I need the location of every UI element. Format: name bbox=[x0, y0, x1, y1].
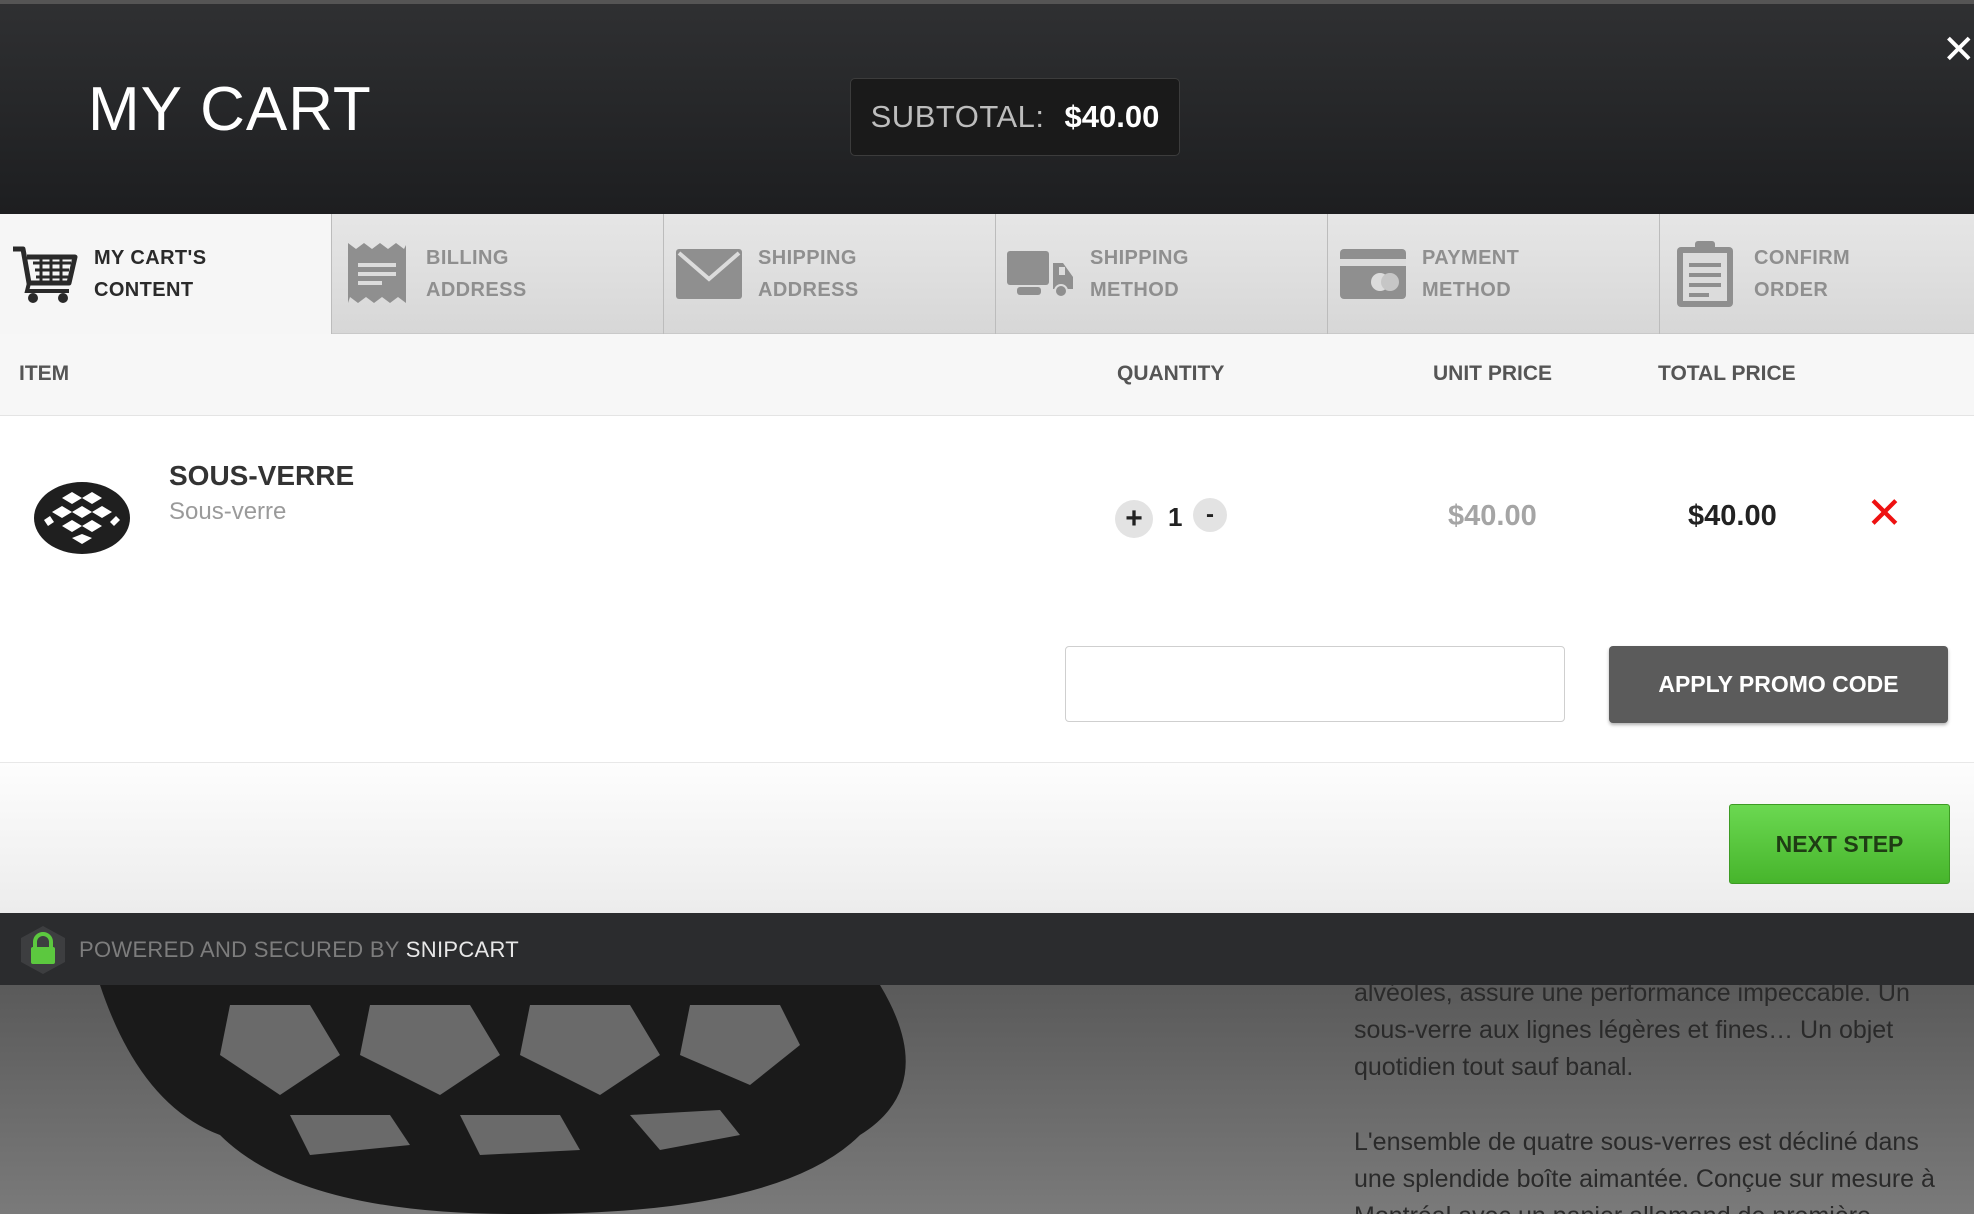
credit-card-icon bbox=[1338, 239, 1408, 309]
total-price: $40.00 bbox=[1688, 500, 1777, 532]
item-description: Sous-verre bbox=[169, 498, 287, 525]
powered-by-text: POWERED AND SECURED BY SNIPCART bbox=[79, 937, 520, 962]
close-icon[interactable]: ✕ bbox=[1942, 30, 1974, 70]
step-label: CONFIRM ORDER bbox=[1754, 247, 1851, 301]
background-page: alvéoles, assure une performance impecca… bbox=[0, 985, 1974, 1214]
step-label: BILLING ADDRESS bbox=[426, 247, 527, 301]
step-label: SHIPPING ADDRESS bbox=[758, 247, 859, 301]
cart-icon bbox=[10, 239, 80, 309]
step-billing-address[interactable]: BILLING ADDRESS bbox=[332, 214, 664, 334]
subtotal-box: SUBTOTAL: $40.00 bbox=[850, 78, 1180, 156]
column-quantity: QUANTITY bbox=[1117, 362, 1225, 385]
remove-item-icon[interactable]: ✕ bbox=[1866, 490, 1903, 538]
coaster-image bbox=[100, 985, 906, 1214]
column-total-price: TOTAL PRICE bbox=[1658, 362, 1796, 385]
truck-icon bbox=[1006, 239, 1076, 309]
unit-price: $40.00 bbox=[1448, 500, 1537, 532]
cart-header: MY CART SUBTOTAL: $40.00 ✕ bbox=[0, 0, 1974, 214]
item-name: SOUS-VERRE bbox=[169, 460, 355, 491]
increase-quantity-button[interactable]: + bbox=[1115, 500, 1153, 538]
step-shipping-address[interactable]: SHIPPING ADDRESS bbox=[664, 214, 996, 334]
background-description: alvéoles, assure une performance impecca… bbox=[1354, 985, 1935, 1214]
promo-code-input[interactable] bbox=[1065, 646, 1565, 722]
subtotal-value: $40.00 bbox=[1064, 99, 1160, 134]
lock-icon bbox=[18, 925, 68, 975]
step-cart-content[interactable]: MY CART'S CONTENT bbox=[0, 214, 332, 334]
page-title: MY CART bbox=[88, 75, 372, 144]
table-header: ITEM QUANTITY UNIT PRICE TOTAL PRICE bbox=[0, 334, 1974, 416]
step-confirm-order[interactable]: CONFIRM ORDER bbox=[1660, 214, 1974, 334]
subtotal-label: SUBTOTAL: bbox=[870, 99, 1045, 134]
snipcart-brand[interactable]: SNIPCART bbox=[406, 937, 519, 962]
next-step-button[interactable]: NEXT STEP bbox=[1729, 804, 1950, 884]
checkout-steps: MY CART'S CONTENT BILLING ADDRESS SHIPPI… bbox=[0, 214, 1974, 334]
cart-actions: NEXT STEP bbox=[0, 763, 1974, 913]
step-label: SHIPPING METHOD bbox=[1090, 247, 1189, 301]
quantity-value: 1 bbox=[1168, 502, 1183, 532]
step-label: MY CART'S CONTENT bbox=[94, 247, 207, 301]
cart-content: SOUS-VERRE Sous-verre + 1 - $40.00 $40.0… bbox=[0, 416, 1974, 763]
step-payment-method[interactable]: PAYMENT METHOD bbox=[1328, 214, 1660, 334]
decrease-quantity-button[interactable]: - bbox=[1193, 498, 1227, 532]
receipt-icon bbox=[342, 239, 412, 309]
clipboard-icon bbox=[1670, 239, 1740, 309]
step-shipping-method[interactable]: SHIPPING METHOD bbox=[996, 214, 1328, 334]
cart-footer: POWERED AND SECURED BY SNIPCART bbox=[0, 913, 1974, 985]
apply-promo-code-button[interactable]: APPLY PROMO CODE bbox=[1609, 646, 1948, 723]
column-unit-price: UNIT PRICE bbox=[1433, 362, 1553, 385]
coaster-icon bbox=[32, 478, 132, 558]
column-item: ITEM bbox=[19, 362, 70, 385]
step-label: PAYMENT METHOD bbox=[1422, 247, 1520, 301]
envelope-icon bbox=[674, 239, 744, 309]
